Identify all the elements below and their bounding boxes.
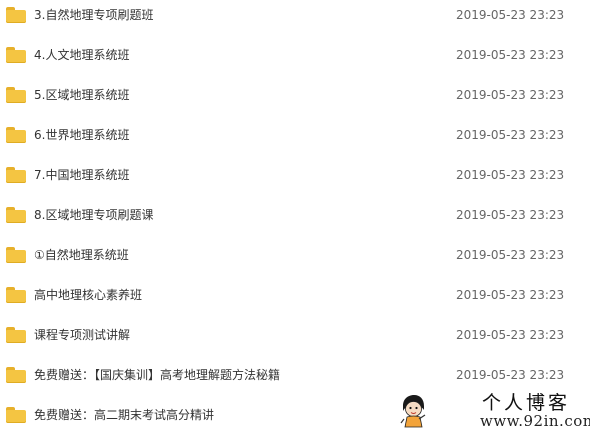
file-modified-date: 2019-05-23 23:23 bbox=[456, 288, 565, 302]
folder-icon bbox=[6, 207, 26, 223]
file-name: 7.中国地理系统班 bbox=[34, 168, 130, 182]
folder-icon bbox=[6, 167, 26, 183]
file-modified-date: 2019-05-23 23:23 bbox=[456, 208, 565, 222]
folder-icon bbox=[6, 127, 26, 143]
file-name: 免费赠送：【国庆集训】高考地理解题方法秘籍 bbox=[34, 368, 281, 382]
list-item[interactable]: 3.自然地理专项刷题班 2019-05-23 23:23 bbox=[0, 0, 590, 40]
folder-icon bbox=[6, 87, 26, 103]
file-name: 3.自然地理专项刷题班 bbox=[34, 8, 154, 22]
folder-icon bbox=[6, 7, 26, 23]
file-modified-date: 2019-05-23 23:23 bbox=[456, 88, 565, 102]
folder-icon bbox=[6, 47, 26, 63]
file-modified-date: 2019-05-23 23:23 bbox=[456, 328, 565, 342]
file-name: 6.世界地理系统班 bbox=[34, 128, 130, 142]
file-name: 课程专项测试讲解 bbox=[34, 328, 131, 342]
file-modified-date: 2019-05-23 23:23 bbox=[456, 128, 565, 142]
file-name: 4.人文地理系统班 bbox=[34, 48, 130, 62]
list-item[interactable]: 高中地理核心素养班 2019-05-23 23:23 bbox=[0, 280, 590, 320]
folder-icon bbox=[6, 327, 26, 343]
file-modified-date: 2019-05-23 23:23 bbox=[456, 248, 565, 262]
folder-icon bbox=[6, 367, 26, 383]
file-modified-date: 2019-05-23 23:23 bbox=[456, 8, 565, 22]
list-item[interactable]: ①自然地理系统班 2019-05-23 23:23 bbox=[0, 240, 590, 280]
file-name: 高中地理核心素养班 bbox=[34, 288, 143, 302]
file-modified-date: 2019-05-23 23:23 bbox=[456, 368, 565, 382]
avatar-icon bbox=[400, 395, 426, 428]
file-name: ①自然地理系统班 bbox=[34, 248, 129, 262]
watermark: 个人博客 www.92in.com bbox=[396, 392, 590, 433]
list-item[interactable]: 8.区域地理专项刷题课 2019-05-23 23:23 bbox=[0, 200, 590, 240]
watermark-url: www.92in.com bbox=[480, 412, 590, 430]
folder-icon bbox=[6, 287, 26, 303]
file-name: 8.区域地理专项刷题课 bbox=[34, 208, 154, 222]
folder-icon bbox=[6, 407, 26, 423]
file-name: 免费赠送：高二期末考试高分精讲 bbox=[34, 408, 215, 422]
file-name: 5.区域地理系统班 bbox=[34, 88, 130, 102]
folder-icon bbox=[6, 247, 26, 263]
watermark-title: 个人博客 bbox=[482, 392, 571, 414]
file-modified-date: 2019-05-23 23:23 bbox=[456, 168, 565, 182]
list-item[interactable]: 4.人文地理系统班 2019-05-23 23:23 bbox=[0, 40, 590, 80]
list-item[interactable]: 课程专项测试讲解 2019-05-23 23:23 bbox=[0, 320, 590, 360]
file-modified-date: 2019-05-23 23:23 bbox=[456, 48, 565, 62]
list-item[interactable]: 7.中国地理系统班 2019-05-23 23:23 bbox=[0, 160, 590, 200]
list-item[interactable]: 6.世界地理系统班 2019-05-23 23:23 bbox=[0, 120, 590, 160]
list-item[interactable]: 5.区域地理系统班 2019-05-23 23:23 bbox=[0, 80, 590, 120]
